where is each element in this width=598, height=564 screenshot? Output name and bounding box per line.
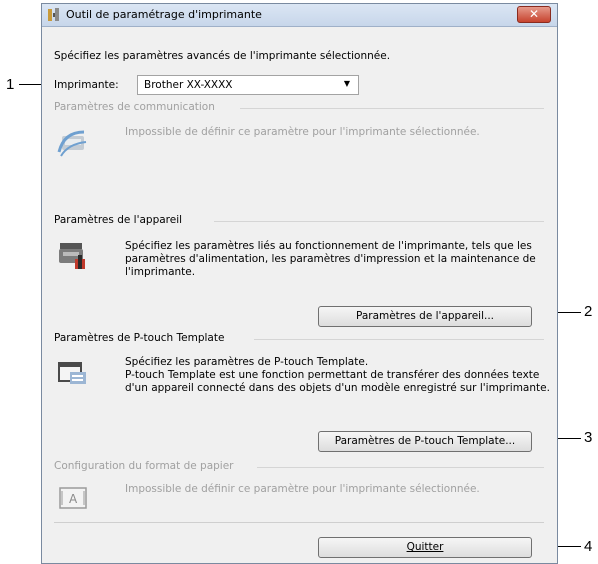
printer-settings-dialog: Outil de paramétrage d'imprimante ✕ Spéc… [41, 3, 558, 564]
callout-4: 4 [584, 538, 593, 555]
intro-text: Spécifiez les paramètres avancés de l'im… [54, 50, 391, 62]
printer-label: Imprimante: [54, 79, 119, 91]
printer-select[interactable]: Brother XX-XXXX ▼ [137, 75, 359, 95]
template-separator [254, 339, 544, 340]
device-desc-line-1: Spécifiez les paramètres liés au fonctio… [125, 240, 532, 252]
quit-button[interactable]: Quitter [318, 537, 532, 558]
ptouch-template-settings-button[interactable]: Paramètres de P-touch Template... [318, 431, 532, 452]
device-settings-icon [59, 243, 85, 269]
device-desc-line-3: l'imprimante. [125, 266, 196, 278]
close-button[interactable]: ✕ [517, 6, 551, 23]
template-desc-line-1: Spécifiez les paramètres de P-touch Temp… [125, 356, 369, 368]
template-icon [58, 362, 86, 384]
callout-1: 1 [6, 76, 15, 93]
bottom-separator [54, 522, 544, 523]
callout-3: 3 [584, 429, 593, 446]
svg-text:A: A [69, 492, 78, 506]
comm-desc: Impossible de définir ce paramètre pour … [125, 126, 480, 138]
paper-separator [257, 467, 544, 468]
template-desc-line-2: P-touch Template est une fonction permet… [125, 369, 540, 381]
paper-heading: Configuration du format de papier [54, 460, 234, 472]
device-settings-button[interactable]: Paramètres de l'appareil... [318, 306, 532, 327]
template-heading: Paramètres de P-touch Template [54, 332, 225, 344]
printer-select-value: Brother XX-XXXX [144, 79, 233, 91]
chevron-down-icon: ▼ [343, 79, 350, 88]
device-heading: Paramètres de l'appareil [54, 214, 183, 226]
title-bar: Outil de paramétrage d'imprimante ✕ [42, 4, 557, 27]
callout-2: 2 [584, 303, 593, 320]
comm-heading: Paramètres de communication [54, 101, 215, 113]
device-desc-line-2: paramètres d'alimentation, les paramètre… [125, 253, 536, 265]
paper-desc: Impossible de définir ce paramètre pour … [125, 483, 480, 495]
paper-format-icon: A [59, 487, 87, 509]
window-title: Outil de paramétrage d'imprimante [66, 8, 262, 21]
comm-separator [240, 108, 544, 109]
template-desc-line-3: d'un appareil connecté dans des objets d… [125, 382, 550, 394]
device-separator [214, 221, 544, 222]
network-icon [57, 130, 87, 157]
printer-tool-icon [48, 8, 59, 21]
